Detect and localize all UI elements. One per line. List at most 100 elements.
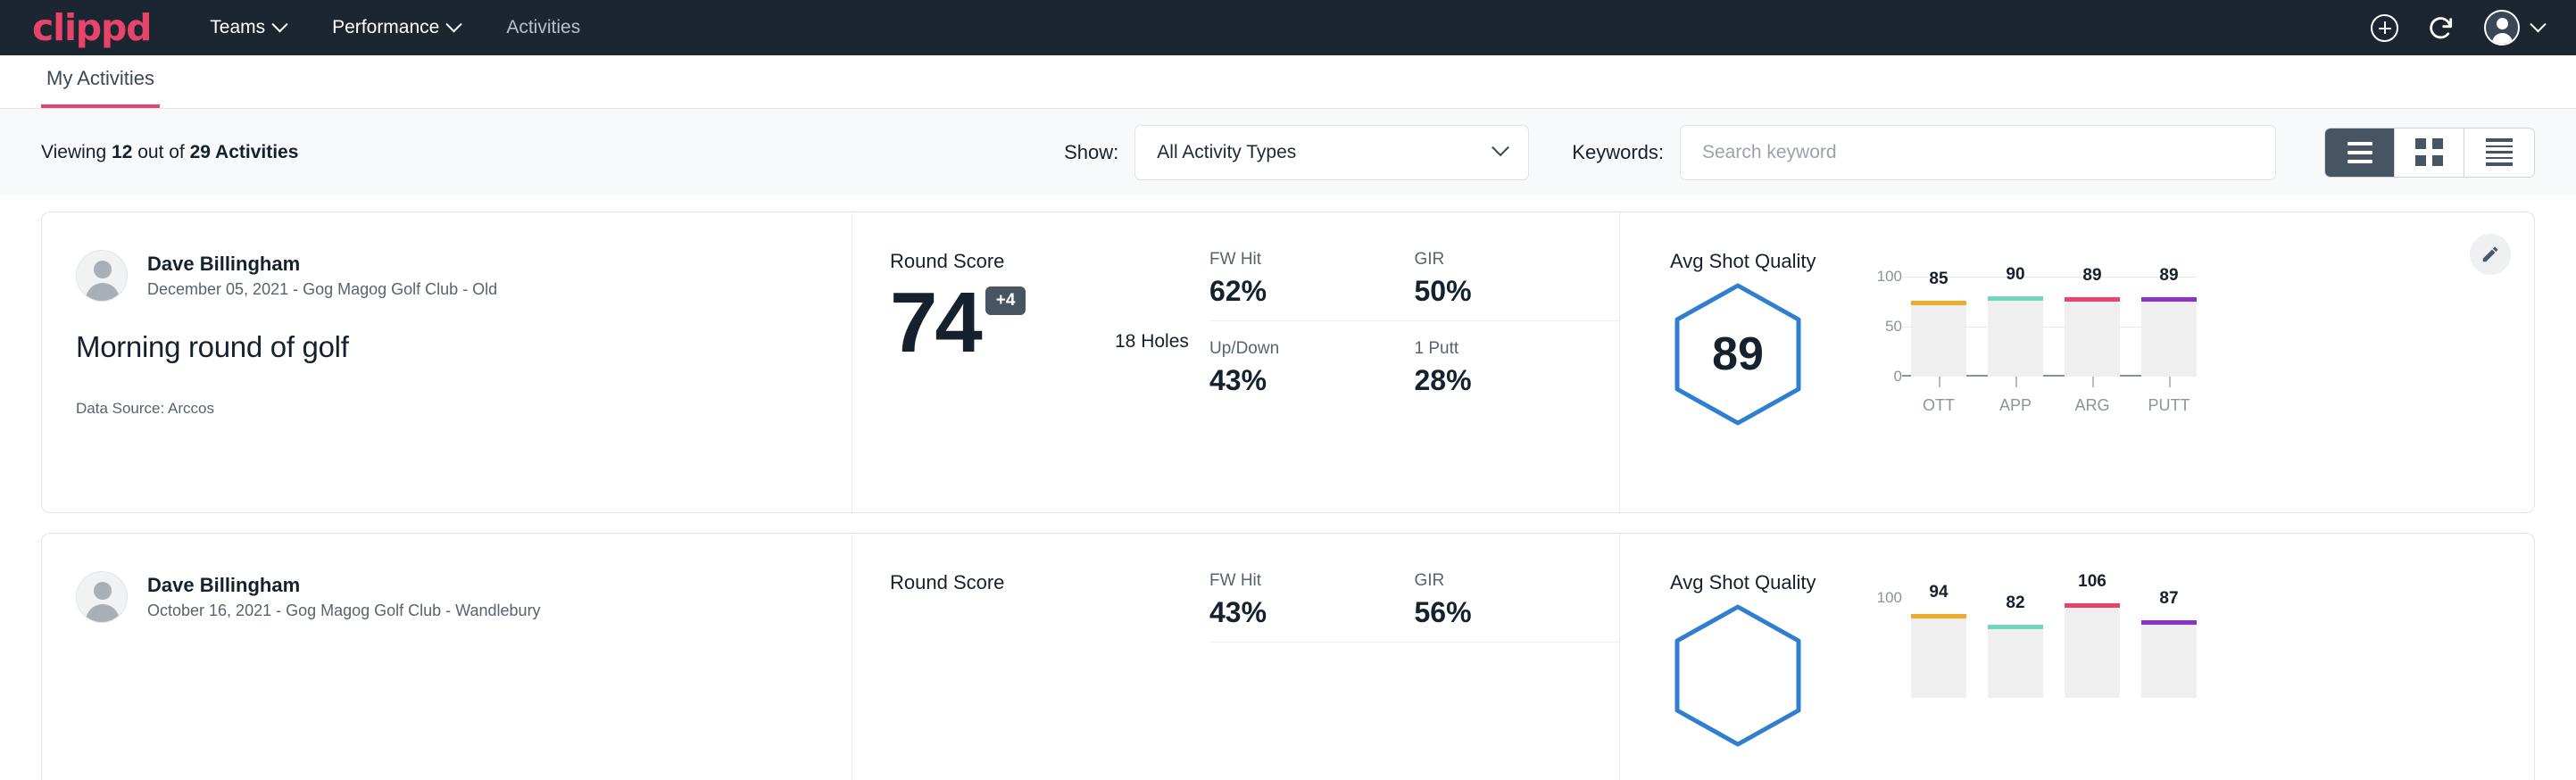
chart-bar-ott: 85	[1911, 277, 1966, 377]
activity-author: Dave Billingham December 05, 2021 - Gog …	[76, 250, 852, 302]
chart-plot-area: 85 90 89	[1911, 277, 2197, 377]
bar-value-label: 106	[2065, 572, 2120, 592]
avg-shot-quality-hexagon	[1670, 602, 1806, 750]
stat-gir-label: GIR	[1415, 571, 1595, 591]
view-mode-grid-button[interactable]	[2395, 129, 2464, 177]
viewing-prefix: Viewing	[41, 142, 106, 162]
chart-bar-arg: 106	[2065, 598, 2120, 698]
chart-bar-arg: 89	[2065, 277, 2120, 377]
tab-my-activities[interactable]: My Activities	[41, 67, 160, 108]
nav-item-teams[interactable]: Teams	[210, 17, 286, 38]
stat-gir-label: GIR	[1415, 250, 1595, 270]
y-tick-50: 50	[1885, 318, 1902, 336]
round-score-value-group	[890, 603, 1209, 660]
y-tick-100: 100	[1877, 268, 1902, 286]
x-label-app: APP	[1988, 396, 2043, 415]
activity-meta: December 05, 2021 - Gog Magog Golf Club …	[147, 278, 497, 301]
stat-fw-hit-label: FW Hit	[1209, 571, 1390, 591]
nav-item-activities[interactable]: Activities	[506, 17, 580, 38]
filter-controls: Show: All Activity Types Keywords:	[1064, 125, 2535, 180]
activity-card[interactable]: Dave Billingham October 16, 2021 - Gog M…	[41, 533, 2535, 780]
bar-value-label: 87	[2141, 589, 2197, 609]
refresh-icon[interactable]	[2427, 13, 2456, 42]
compact-view-icon	[2486, 138, 2513, 165]
viewing-summary: Viewing 12 out of 29 Activities	[41, 142, 298, 163]
chevron-down-icon	[446, 16, 462, 32]
stat-gir: GIR 50%	[1415, 250, 1620, 321]
author-name: Dave Billingham	[147, 572, 541, 599]
view-mode-compact-button[interactable]	[2464, 129, 2534, 177]
nav-item-performance-label: Performance	[332, 17, 439, 38]
x-label-ott: OTT	[1911, 396, 1966, 415]
chart-bar-app: 82	[1988, 598, 2043, 698]
chevron-down-icon	[271, 16, 287, 32]
round-score-value: 74	[890, 282, 980, 363]
viewing-count: 12	[112, 142, 132, 162]
score-differential-badge: +4	[985, 286, 1026, 315]
avatar	[76, 250, 128, 302]
activity-card[interactable]: Dave Billingham December 05, 2021 - Gog …	[41, 212, 2535, 513]
show-label: Show:	[1064, 141, 1118, 164]
edit-activity-button[interactable]	[2470, 234, 2511, 275]
activity-type-select[interactable]: All Activity Types	[1134, 125, 1529, 180]
user-avatar-icon[interactable]	[2484, 10, 2520, 46]
stat-fw-hit-value: 62%	[1209, 275, 1390, 308]
account-menu[interactable]	[2484, 10, 2544, 46]
shot-quality-bar-chart: 100 94 82	[1861, 598, 2197, 723]
stat-fw-hit-label: FW Hit	[1209, 250, 1390, 270]
shot-quality-bar-chart: 100 50 0 85	[1861, 277, 2197, 402]
bar-value-label: 85	[1911, 270, 1966, 289]
chart-bars: 94 82 106 8	[1911, 598, 2197, 698]
chart-x-labels: OTT APP ARG PUTT	[1911, 396, 2197, 415]
tab-strip: My Activities	[0, 55, 2576, 109]
activity-title: Morning round of golf	[76, 330, 852, 364]
chart-bar-app: 90	[1988, 277, 2043, 377]
activity-list: Dave Billingham December 05, 2021 - Gog …	[0, 195, 2576, 780]
bar-value-label: 89	[2141, 266, 2197, 286]
bar-value-label: 94	[1911, 583, 1966, 602]
chart-bars: 85 90 89	[1911, 277, 2197, 377]
shot-quality-content: 89 100 50 0 85	[1670, 277, 2534, 428]
activity-data-source: Data Source: Arccos	[76, 400, 852, 418]
bar-value-label: 89	[2065, 266, 2120, 286]
score-differential-badge	[895, 603, 917, 612]
round-score-label: Round Score	[890, 250, 1209, 273]
chart-y-axis: 100	[1861, 598, 1902, 698]
round-score-section: Round Score	[852, 534, 1209, 780]
view-mode-list-button[interactable]	[2325, 129, 2395, 177]
shot-quality-section: Avg Shot Quality 100 94	[1620, 534, 2534, 780]
stat-fw-hit-value: 43%	[1209, 596, 1390, 629]
activity-summary: Dave Billingham October 16, 2021 - Gog M…	[42, 534, 852, 780]
avatar	[76, 571, 128, 623]
chevron-down-icon	[2530, 16, 2546, 32]
shot-quality-content: 100 94 82	[1670, 598, 2534, 750]
view-mode-toggle-group	[2324, 128, 2535, 178]
stat-fw-hit: FW Hit 43%	[1209, 571, 1415, 643]
clippd-logo[interactable]: clippd	[32, 10, 151, 46]
nav-item-performance[interactable]: Performance	[332, 17, 460, 38]
stat-up-down-label: Up/Down	[1209, 339, 1390, 359]
chart-bar-putt: 89	[2141, 277, 2197, 377]
bar-value-label: 90	[1988, 265, 2043, 285]
avg-shot-quality-value: 89	[1712, 328, 1764, 381]
y-tick-100: 100	[1877, 589, 1902, 607]
stat-gir-value: 56%	[1415, 596, 1595, 629]
chart-plot-area: 94 82 106 8	[1911, 598, 2197, 698]
filter-bar: Viewing 12 out of 29 Activities Show: Al…	[0, 109, 2576, 195]
round-score-section: Round Score 74 +4 18 Holes	[852, 212, 1209, 512]
stat-fw-hit: FW Hit 62%	[1209, 250, 1415, 321]
plus-circle-icon[interactable]	[2371, 14, 2398, 42]
chevron-down-icon	[1492, 138, 1509, 156]
search-input[interactable]	[1680, 125, 2276, 180]
activity-author: Dave Billingham October 16, 2021 - Gog M…	[76, 571, 852, 623]
activity-type-select-value: All Activity Types	[1157, 142, 1296, 163]
nav-right-actions	[2371, 10, 2544, 46]
grid-view-icon	[2415, 138, 2443, 166]
round-stats: FW Hit 43% GIR 56%	[1209, 534, 1620, 780]
round-stats: FW Hit 62% GIR 50% Up/Down 43% 1 Putt 28…	[1209, 212, 1620, 512]
stat-one-putt-value: 28%	[1415, 364, 1595, 397]
top-navigation-bar: clippd Teams Performance Activities	[0, 0, 2576, 55]
round-score-label: Round Score	[890, 571, 1209, 594]
stat-gir-value: 50%	[1415, 275, 1595, 308]
hexagon-icon	[1670, 602, 1806, 750]
